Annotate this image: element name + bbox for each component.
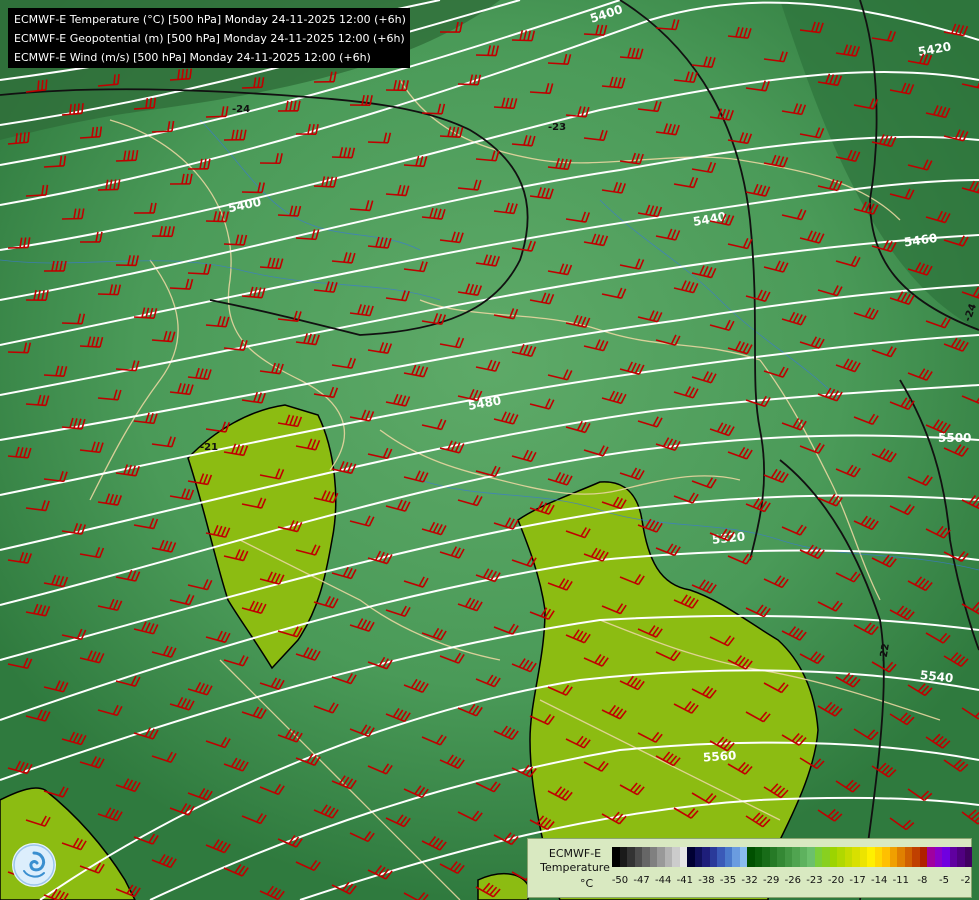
legend-tick: -41: [676, 875, 693, 886]
legend-tick: -32: [741, 875, 758, 886]
legend-swatch: [739, 847, 747, 867]
legend-swatch: [732, 847, 740, 867]
legend-swatch: [687, 847, 695, 867]
legend-swatch: [934, 847, 942, 867]
legend-title: ECMWF-E Temperature: [534, 847, 616, 875]
legend-swatch: [664, 847, 672, 867]
legend-tick: -17: [849, 875, 866, 886]
label-t-24: -24: [232, 104, 250, 115]
legend-swatch: [904, 847, 912, 867]
legend-tick: -38: [698, 875, 715, 886]
temperature-legend: ECMWF-E Temperature °C -50 -47 -44 -41 -38 -3…: [527, 838, 972, 898]
legend-swatch: [724, 847, 732, 867]
legend-tick: -47: [633, 875, 650, 886]
label-t-23: -23: [548, 122, 566, 133]
legend-tick: -11: [892, 875, 909, 886]
legend-swatch: [852, 847, 860, 867]
title-wind: ECMWF-E Wind (m/s) [500 hPa] Monday 24-1…: [14, 51, 371, 64]
legend-swatch: [762, 847, 770, 867]
legend-swatch: [784, 847, 792, 867]
title-box: ECMWF-E Temperature (°C) [500 hPa] Monda…: [8, 8, 410, 68]
legend-tick: -20: [827, 875, 845, 886]
legend-swatch: [807, 847, 815, 867]
legend-swatch: [874, 847, 882, 867]
legend-swatch: [957, 847, 965, 867]
legend-tick: -8: [917, 875, 928, 886]
label-5560: 5560: [703, 748, 737, 764]
legend-swatch: [634, 847, 642, 867]
legend-swatch: [867, 847, 875, 867]
legend-swatch: [822, 847, 830, 867]
legend-swatch: [679, 847, 687, 867]
legend-swatch: [859, 847, 867, 867]
legend-swatch: [717, 847, 725, 867]
legend-swatch: [627, 847, 635, 867]
legend-swatch: [949, 847, 957, 867]
legend-swatch: [777, 847, 785, 867]
legend-swatch: [844, 847, 852, 867]
legend-tick: -23: [806, 875, 823, 886]
legend-swatch: [799, 847, 807, 867]
legend-swatch: [912, 847, 920, 867]
label-t-21: -21: [200, 442, 218, 453]
legend-swatch: [612, 847, 620, 867]
legend-tick: -26: [784, 875, 801, 886]
legend-swatch: [964, 847, 972, 867]
legend-swatch: [709, 847, 717, 867]
legend-swatch: [792, 847, 800, 867]
legend-swatch: [672, 847, 680, 867]
weather-map: 5400 5400 5420 5440 5460 5480 5500 5520 …: [0, 0, 979, 900]
legend-swatch: [769, 847, 777, 867]
legend-swatch: [829, 847, 837, 867]
legend-tick: -50: [611, 875, 629, 886]
legend-swatch: [619, 847, 627, 867]
ecmwf-logo-icon: [12, 843, 56, 887]
legend-swatch: [927, 847, 935, 867]
legend-swatch: [649, 847, 657, 867]
legend-swatch: [897, 847, 905, 867]
legend-tick: -14: [871, 875, 888, 886]
legend-swatch: [814, 847, 822, 867]
legend-color-ramp: [612, 847, 972, 867]
legend-swatch: [657, 847, 665, 867]
legend-swatch: [889, 847, 897, 867]
legend-tick: -2: [960, 875, 971, 886]
legend-swatch: [837, 847, 845, 867]
legend-swatch: [882, 847, 890, 867]
legend-tick: -5: [939, 875, 949, 886]
legend-swatch: [754, 847, 762, 867]
legend-title-line1: ECMWF-E: [548, 847, 602, 860]
legend-swatch: [747, 847, 755, 867]
legend-title-line2: Temperature: [540, 861, 610, 874]
legend-swatch: [642, 847, 650, 867]
legend-tick: -44: [655, 875, 672, 886]
legend-tick-labels: -50 -47 -44 -41 -38 -35 -32 -29 -26 -23 -20 -17 -14-…: [612, 875, 972, 889]
legend-tick: -35: [719, 875, 737, 886]
legend-tick: -29: [763, 875, 780, 886]
title-geopotential: ECMWF-E Geopotential (m) [500 hPa] Monda…: [14, 32, 405, 45]
legend-swatch: [694, 847, 702, 867]
legend-swatch: [919, 847, 927, 867]
legend-unit: °C: [580, 877, 594, 890]
title-temperature: ECMWF-E Temperature (°C) [500 hPa] Monda…: [14, 13, 406, 26]
legend-swatch: [702, 847, 710, 867]
legend-swatch: [942, 847, 950, 867]
